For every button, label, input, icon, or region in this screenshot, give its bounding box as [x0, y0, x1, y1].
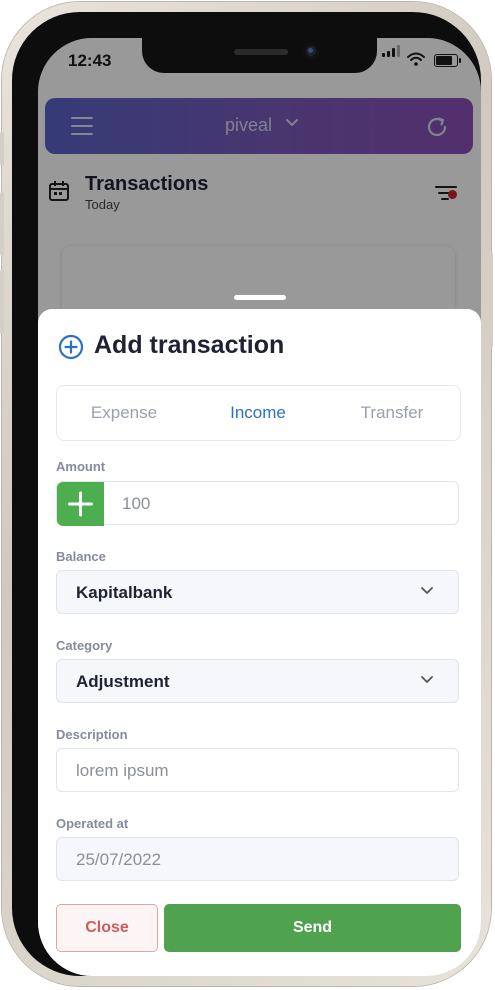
notch — [142, 38, 377, 73]
balance-select[interactable]: Kapitalbank — [56, 570, 459, 614]
description-placeholder: lorem ipsum — [76, 761, 169, 780]
plus-circle-icon — [58, 334, 84, 360]
operated-at-label: Operated at — [56, 816, 129, 831]
balance-label: Balance — [56, 549, 106, 564]
sheet-drag-handle[interactable] — [234, 295, 286, 300]
phone-bezel: 12:43 piveal Transactions Today Add tran… — [12, 12, 481, 976]
send-button[interactable]: Send — [164, 904, 461, 952]
power-button — [489, 252, 493, 348]
category-label: Category — [56, 638, 113, 653]
plus-icon — [68, 491, 93, 517]
volume-up-button — [0, 192, 4, 256]
chevron-down-icon — [421, 676, 433, 683]
close-button[interactable]: Close — [56, 904, 158, 952]
amount-input[interactable]: 100 — [122, 494, 150, 514]
camera-icon — [303, 43, 319, 59]
operated-at-value: 25/07/2022 — [76, 850, 162, 869]
description-input[interactable]: lorem ipsum — [56, 748, 459, 792]
balance-value: Kapitalbank — [76, 583, 173, 602]
mute-switch — [0, 132, 4, 166]
sheet-title-text: Add transaction — [94, 331, 285, 359]
battery-icon — [434, 54, 461, 67]
description-label: Description — [56, 727, 128, 742]
category-value: Adjustment — [76, 672, 170, 691]
operated-at-input[interactable]: 25/07/2022 — [56, 837, 459, 881]
screen: 12:43 piveal Transactions Today Add tran… — [38, 38, 481, 976]
phone-frame: 12:43 piveal Transactions Today Add tran… — [0, 2, 493, 986]
volume-down-button — [0, 270, 4, 334]
add-transaction-sheet: Add transaction Expense Income Transfer … — [38, 295, 481, 976]
transaction-type-tabs: Expense Income Transfer — [56, 385, 461, 441]
status-time: 12:43 — [68, 51, 112, 70]
chevron-down-icon — [421, 587, 433, 594]
amount-label: Amount — [56, 459, 106, 474]
tab-expense[interactable]: Expense — [57, 403, 191, 423]
category-select[interactable]: Adjustment — [56, 659, 459, 703]
tab-transfer[interactable]: Transfer — [325, 403, 459, 423]
speaker — [234, 49, 288, 55]
tab-income[interactable]: Income — [191, 403, 325, 423]
wifi-icon — [407, 52, 425, 66]
amount-field[interactable]: 100 — [56, 481, 459, 526]
amount-sign-toggle[interactable] — [57, 482, 104, 526]
